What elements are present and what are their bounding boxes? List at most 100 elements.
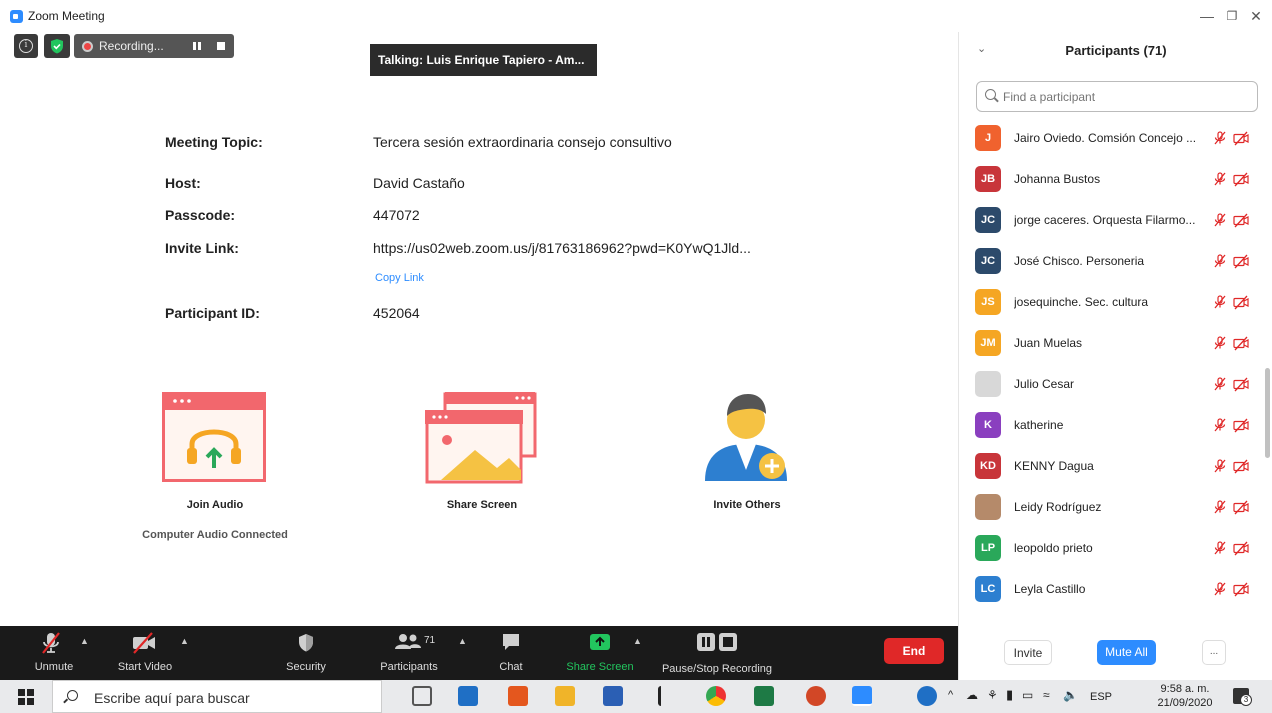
participant-row[interactable]: KD KENNY Dagua xyxy=(959,446,1261,487)
participant-row[interactable]: Kkatherine xyxy=(959,405,1261,446)
display-icon[interactable]: ▭ xyxy=(1022,688,1033,702)
zoom-logo-icon xyxy=(10,10,23,23)
word-app-icon[interactable] xyxy=(603,686,623,706)
participants-button[interactable]: 71 ▲ Participants xyxy=(374,626,467,680)
participant-row[interactable]: JS josequinche. Sec. cultura xyxy=(959,282,1261,323)
video-off-icon[interactable] xyxy=(1232,499,1250,515)
participant-avatar: JC xyxy=(975,248,1001,274)
participant-avatar: J xyxy=(975,125,1001,151)
invite-button[interactable]: Invite xyxy=(1004,640,1052,665)
muted-mic-icon[interactable] xyxy=(1212,376,1228,392)
muted-mic-icon[interactable] xyxy=(1212,130,1228,146)
share-screen-button[interactable]: ▲ Share Screen xyxy=(561,626,642,680)
excel-app-icon[interactable] xyxy=(754,686,774,706)
copy-link[interactable]: Copy Link xyxy=(375,272,424,284)
end-meeting-button[interactable]: End xyxy=(884,638,944,664)
pinned-app-icon[interactable] xyxy=(658,686,670,706)
meeting-info-button[interactable]: i xyxy=(14,34,38,58)
encryption-shield-button[interactable] xyxy=(44,34,70,58)
share-options-caret-icon[interactable]: ▲ xyxy=(633,636,642,646)
security-button[interactable]: Security xyxy=(278,626,334,680)
muted-mic-icon[interactable] xyxy=(1212,458,1228,474)
pause-stop-recording-label: Pause/Stop Recording xyxy=(661,663,773,675)
start-video-button[interactable]: ▲ Start Video xyxy=(110,626,189,680)
mute-all-button[interactable]: Mute All xyxy=(1097,640,1156,665)
scrollbar-thumb[interactable] xyxy=(1265,368,1270,458)
host-value: David Castaño xyxy=(373,175,465,191)
participants-title: Participants (71) xyxy=(1065,43,1167,58)
participant-list-scrollbar[interactable] xyxy=(1263,118,1271,626)
muted-mic-icon[interactable] xyxy=(1212,540,1228,556)
participants-caret-icon[interactable]: ▲ xyxy=(458,636,467,646)
participant-row[interactable]: J Jairo Oviedo. Comsión Concejo ... xyxy=(959,118,1261,159)
video-off-icon[interactable] xyxy=(1232,212,1250,228)
participant-row[interactable]: JB Johanna Bustos xyxy=(959,159,1261,200)
video-off-icon[interactable] xyxy=(1232,335,1250,351)
windows-start-icon[interactable] xyxy=(18,689,34,705)
video-off-icon[interactable] xyxy=(1232,540,1250,556)
powerpoint-app-icon[interactable] xyxy=(806,686,826,706)
system-clock[interactable]: 9:58 a. m. 21/09/2020 xyxy=(1145,682,1225,710)
muted-mic-icon[interactable] xyxy=(1212,294,1228,310)
keyboard-language[interactable]: ESP xyxy=(1090,691,1112,703)
participant-row[interactable]: Leidy Rodríguez xyxy=(959,487,1261,528)
more-options-button[interactable]: ... xyxy=(1202,640,1226,665)
wifi-icon[interactable]: ≈ xyxy=(1043,688,1050,702)
usb-icon[interactable]: ⚘ xyxy=(987,688,998,702)
muted-mic-icon[interactable] xyxy=(1212,581,1228,597)
muted-mic-icon[interactable] xyxy=(1212,212,1228,228)
muted-mic-icon[interactable] xyxy=(1212,417,1228,433)
action-center-icon[interactable]: 3 xyxy=(1233,688,1252,706)
participant-row[interactable]: JC José Chisco. Personeria xyxy=(959,241,1261,282)
file-explorer-icon[interactable] xyxy=(555,686,575,706)
muted-mic-icon[interactable] xyxy=(1212,253,1228,269)
participant-row[interactable]: LC Leyla Castillo xyxy=(959,569,1261,610)
title-bar: Zoom Meeting — ❐ ✕ xyxy=(0,0,1272,32)
video-off-icon[interactable] xyxy=(1232,458,1250,474)
chat-icon xyxy=(503,634,519,650)
close-icon[interactable]: ✕ xyxy=(1246,6,1266,26)
participant-name: Jairo Oviedo. Comsión Concejo ... xyxy=(1014,131,1197,145)
chrome-app-icon[interactable] xyxy=(706,686,726,706)
office-app-icon[interactable] xyxy=(508,686,528,706)
video-off-icon[interactable] xyxy=(1232,171,1250,187)
start-video-label: Start Video xyxy=(117,661,173,673)
participant-search-input[interactable] xyxy=(1003,86,1253,107)
help-tray-icon[interactable] xyxy=(917,686,937,706)
battery-icon[interactable]: ▮ xyxy=(1006,687,1013,703)
taskbar-search-text: Escribe aquí para buscar xyxy=(94,690,250,706)
clock-time: 9:58 a. m. xyxy=(1160,683,1210,695)
share-screen-icon xyxy=(425,392,537,484)
muted-mic-icon[interactable] xyxy=(1212,499,1228,515)
task-view-icon[interactable] xyxy=(412,686,432,706)
taskbar-search[interactable]: Escribe aquí para buscar xyxy=(52,680,382,713)
participant-row[interactable]: JM Juan Muelas xyxy=(959,323,1261,364)
muted-mic-icon[interactable] xyxy=(1212,171,1228,187)
zoom-app-icon[interactable] xyxy=(852,686,872,706)
volume-icon[interactable]: 🔈 xyxy=(1063,688,1078,702)
participant-name: Julio Cesar xyxy=(1014,377,1075,391)
video-options-caret-icon[interactable]: ▲ xyxy=(180,636,189,646)
chat-button[interactable]: Chat xyxy=(488,626,534,680)
pause-stop-recording-button[interactable]: Pause/Stop Recording xyxy=(650,626,784,680)
restore-icon[interactable]: ❐ xyxy=(1222,6,1242,26)
video-off-icon[interactable] xyxy=(1232,376,1250,392)
audio-options-caret-icon[interactable]: ▲ xyxy=(80,636,89,646)
pause-recording-icon[interactable] xyxy=(193,42,201,50)
video-off-icon[interactable] xyxy=(1232,581,1250,597)
participant-row[interactable]: JC jorge caceres. Orquesta Filarmo... xyxy=(959,200,1261,241)
participant-row[interactable]: LP leopoldo prieto xyxy=(959,528,1261,569)
video-off-icon[interactable] xyxy=(1232,130,1250,146)
participant-row[interactable]: Julio Cesar xyxy=(959,364,1261,405)
onedrive-icon[interactable]: ☁ xyxy=(966,688,978,702)
participant-search[interactable] xyxy=(976,81,1258,112)
stop-recording-icon[interactable] xyxy=(217,42,225,50)
mail-app-icon[interactable] xyxy=(458,686,478,706)
video-off-icon[interactable] xyxy=(1232,294,1250,310)
muted-mic-icon[interactable] xyxy=(1212,335,1228,351)
tray-expand-icon[interactable]: ^ xyxy=(948,689,953,701)
minimize-icon[interactable]: — xyxy=(1197,6,1217,26)
video-off-icon[interactable] xyxy=(1232,253,1250,269)
video-off-icon[interactable] xyxy=(1232,417,1250,433)
unmute-button[interactable]: ▲ Unmute xyxy=(22,626,89,680)
